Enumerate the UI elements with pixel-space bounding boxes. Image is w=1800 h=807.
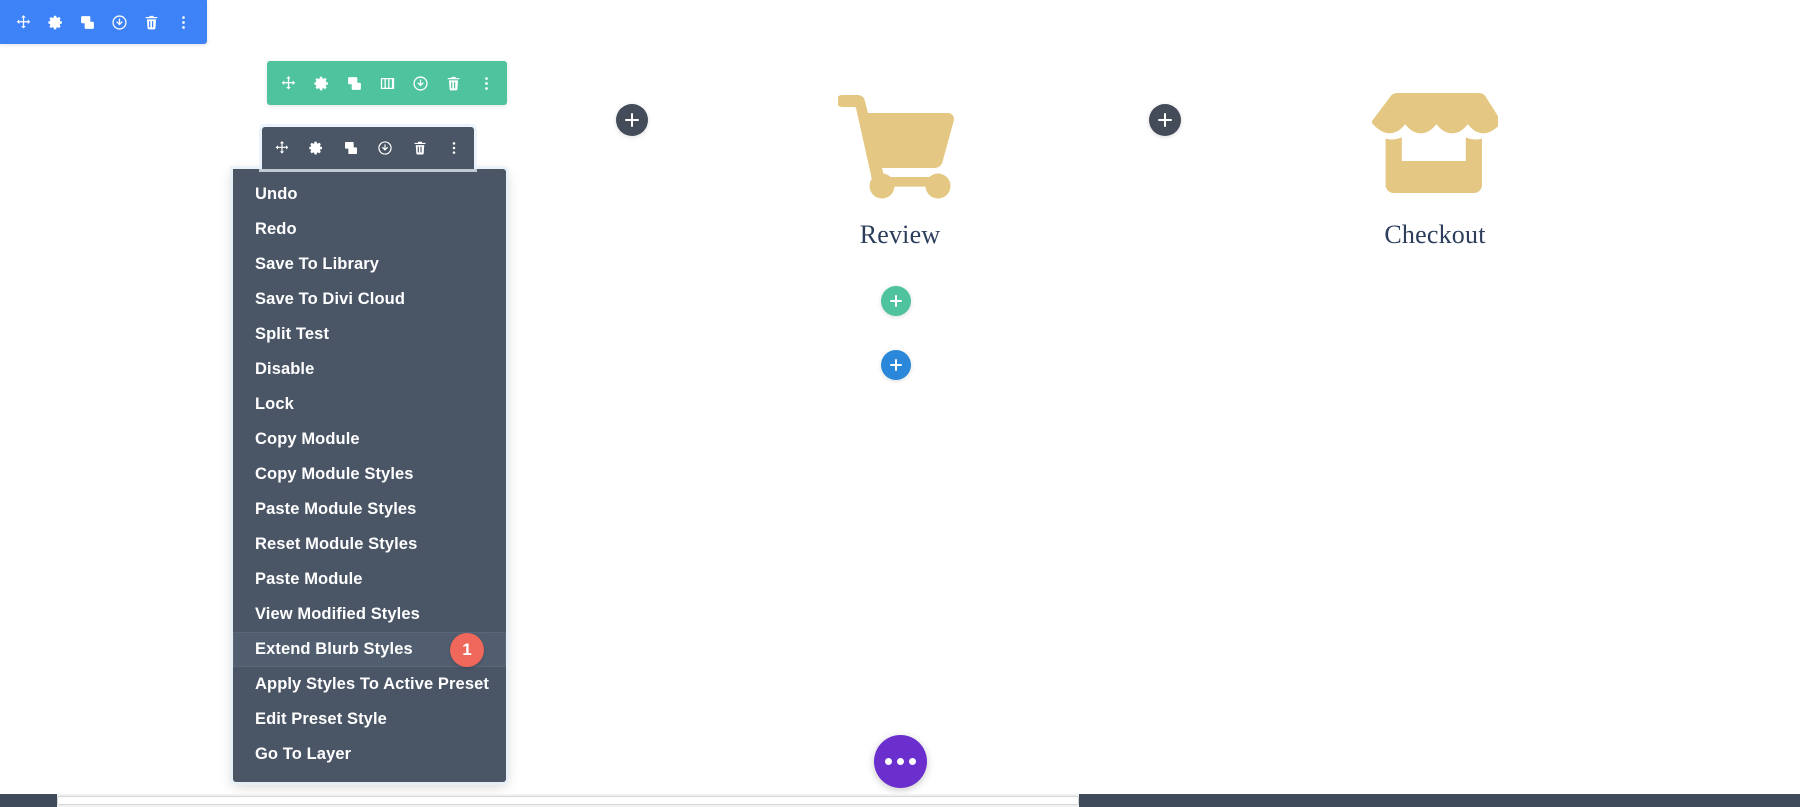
menu-item-apply-styles-to-active-preset[interactable]: Apply Styles To Active Preset: [233, 667, 506, 702]
gear-icon[interactable]: [302, 127, 330, 169]
menu-item-badge: 1: [450, 632, 484, 667]
shopping-cart-icon: [770, 88, 1030, 199]
trash-icon[interactable]: [406, 127, 434, 169]
menu-item-label: Extend Blurb Styles: [255, 640, 413, 658]
duplicate-icon[interactable]: [339, 61, 369, 105]
menu-item-copy-module[interactable]: Copy Module: [233, 422, 506, 457]
scrollbar-track-right[interactable]: [1079, 794, 1800, 807]
menu-item-label: Reset Module Styles: [255, 535, 418, 553]
menu-item-edit-preset-style[interactable]: Edit Preset Style: [233, 702, 506, 737]
gear-icon[interactable]: [306, 61, 336, 105]
ellipsis-icon: [897, 758, 904, 765]
power-icon[interactable]: [105, 0, 135, 44]
menu-item-label: Paste Module: [255, 570, 363, 588]
power-icon[interactable]: [405, 61, 435, 105]
menu-item-label: Copy Module: [255, 430, 360, 448]
menu-item-label: Split Test: [255, 325, 330, 343]
menu-item-save-to-library[interactable]: Save To Library: [233, 247, 506, 282]
plus-icon: [890, 295, 902, 307]
trash-icon[interactable]: [438, 61, 468, 105]
move-icon[interactable]: [8, 0, 38, 44]
duplicate-icon[interactable]: [337, 127, 365, 169]
add-section-button[interactable]: [616, 104, 648, 136]
menu-item-label: Redo: [255, 220, 297, 238]
menu-item-split-test[interactable]: Split Test: [233, 317, 506, 352]
menu-item-label: Save To Library: [255, 255, 380, 273]
move-icon[interactable]: [273, 61, 303, 105]
add-section-button[interactable]: [1149, 104, 1181, 136]
ellipsis-icon: [909, 758, 916, 765]
menu-item-lock[interactable]: Lock: [233, 387, 506, 422]
gear-icon[interactable]: [40, 0, 70, 44]
blurb-module-review[interactable]: Review: [770, 88, 1030, 250]
columns-icon[interactable]: [372, 61, 402, 105]
menu-item-save-to-divi-cloud[interactable]: Save To Divi Cloud: [233, 282, 506, 317]
menu-item-label: Copy Module Styles: [255, 465, 414, 483]
menu-item-label: Apply Styles To Active Preset: [255, 675, 489, 693]
menu-item-undo[interactable]: Undo: [233, 177, 506, 212]
menu-item-reset-module-styles[interactable]: Reset Module Styles: [233, 527, 506, 562]
menu-item-label: Edit Preset Style: [255, 710, 387, 728]
menu-item-label: Paste Module Styles: [255, 500, 417, 518]
menu-item-label: Disable: [255, 360, 315, 378]
builder-canvas: Review Checkout Undo Redo Save To Librar…: [0, 0, 1800, 807]
plus-icon: [1158, 113, 1172, 127]
menu-item-redo[interactable]: Redo: [233, 212, 506, 247]
duplicate-icon[interactable]: [72, 0, 102, 44]
menu-item-disable[interactable]: Disable: [233, 352, 506, 387]
module-settings-toolbar[interactable]: [262, 127, 474, 169]
row-settings-toolbar[interactable]: [267, 61, 507, 105]
scrollbar-track-left[interactable]: [0, 794, 57, 807]
add-row-button[interactable]: [881, 286, 911, 316]
menu-item-label: Go To Layer: [255, 745, 352, 763]
builder-settings-fab[interactable]: [874, 735, 927, 788]
horizontal-scrollbar[interactable]: [0, 794, 1800, 807]
kebab-icon[interactable]: [169, 0, 199, 44]
blurb-module-checkout[interactable]: Checkout: [1305, 88, 1565, 250]
menu-item-copy-module-styles[interactable]: Copy Module Styles: [233, 457, 506, 492]
kebab-icon[interactable]: [440, 127, 468, 169]
move-icon[interactable]: [268, 127, 296, 169]
menu-item-label: Undo: [255, 185, 298, 203]
plus-icon: [890, 359, 902, 371]
plus-icon: [625, 113, 639, 127]
menu-item-view-modified-styles[interactable]: View Modified Styles: [233, 597, 506, 632]
menu-item-paste-module[interactable]: Paste Module: [233, 562, 506, 597]
menu-item-label: View Modified Styles: [255, 605, 420, 623]
blurb-title: Checkout: [1384, 220, 1486, 249]
menu-item-go-to-layer[interactable]: Go To Layer: [233, 737, 506, 772]
shop-store-icon: [1305, 88, 1565, 198]
trash-icon[interactable]: [137, 0, 167, 44]
kebab-icon[interactable]: [471, 61, 501, 105]
module-context-menu[interactable]: Undo Redo Save To Library Save To Divi Clou…: [233, 169, 506, 782]
menu-item-paste-module-styles[interactable]: Paste Module Styles: [233, 492, 506, 527]
add-module-button[interactable]: [881, 350, 911, 380]
ellipsis-icon: [885, 758, 892, 765]
menu-item-label: Save To Divi Cloud: [255, 290, 406, 308]
blurb-title: Review: [859, 220, 941, 249]
power-icon[interactable]: [371, 127, 399, 169]
page-settings-toolbar[interactable]: [0, 0, 207, 44]
menu-item-extend-blurb-styles[interactable]: Extend Blurb Styles 1: [233, 632, 506, 667]
scrollbar-thumb[interactable]: [57, 796, 1079, 805]
menu-item-label: Lock: [255, 395, 294, 413]
